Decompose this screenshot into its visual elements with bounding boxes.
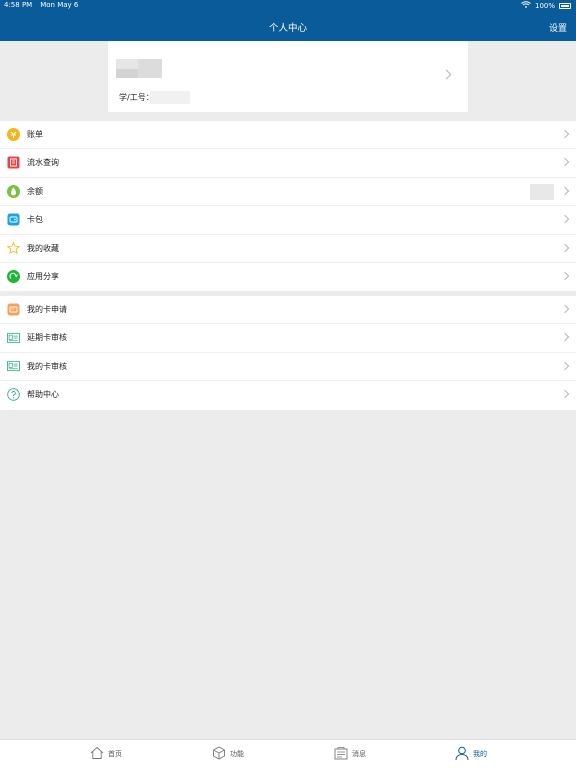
transactions-icon — [7, 156, 20, 169]
chevron-right-icon — [560, 333, 570, 342]
tab-messages[interactable]: 消息 — [334, 746, 366, 762]
menu-item-label: 余额 — [27, 186, 43, 196]
profile-card[interactable]: 学/工号： — [108, 41, 468, 112]
tab-mine[interactable]: 我的 — [455, 746, 487, 762]
tab-label: 功能 — [230, 750, 244, 758]
menu-group-2: 我的卡申请 延期卡审核 我的卡审核 帮助中心 — [0, 296, 576, 410]
tab-label: 首页 — [108, 750, 122, 758]
menu-item-label: 帮助中心 — [27, 390, 59, 400]
tab-bar: 首页 功能 消息 我的 — [0, 739, 576, 768]
status-time: 4:58 PM — [4, 1, 33, 9]
tab-label: 消息 — [352, 750, 366, 758]
menu-item-extend-card-review[interactable]: 延期卡审核 — [0, 324, 576, 353]
menu-item-share-app[interactable]: 应用分享 — [0, 263, 576, 291]
menu-item-label: 我的收藏 — [27, 243, 59, 253]
menu-item-transactions[interactable]: 流水查询 — [0, 149, 576, 178]
student-id-label: 学/工号： — [119, 93, 154, 102]
tab-functions[interactable]: 功能 — [212, 746, 244, 762]
menu-item-label: 延期卡审核 — [27, 333, 67, 343]
my-card-review-icon — [7, 360, 20, 373]
profile-name-blurred — [116, 59, 162, 78]
menu-item-bill[interactable]: 账单 — [0, 121, 576, 150]
status-date: Mon May 6 — [40, 1, 79, 9]
menu-item-balance[interactable]: 余额 — [0, 178, 576, 207]
menu-item-label: 我的卡申请 — [27, 305, 67, 314]
settings-button[interactable]: 设置 — [549, 21, 567, 34]
balance-icon — [7, 184, 20, 198]
chevron-right-icon — [560, 243, 570, 252]
chevron-right-icon — [560, 129, 570, 139]
menu-item-help-center[interactable]: 帮助中心 — [0, 381, 576, 409]
menu-item-favorites[interactable]: 我的收藏 — [0, 235, 576, 263]
chevron-right-icon — [560, 186, 570, 196]
chevron-right-icon — [560, 304, 570, 314]
chevron-right-icon — [560, 214, 570, 224]
student-id-value-blurred — [150, 91, 190, 104]
cube-icon — [212, 746, 226, 762]
wifi-icon — [521, 1, 531, 10]
menu-item-label: 我的卡审核 — [27, 361, 67, 371]
chevron-right-icon — [560, 271, 570, 281]
extend-card-review-icon — [7, 331, 20, 344]
message-icon — [334, 746, 348, 762]
home-icon — [90, 746, 104, 762]
balance-value-blurred — [530, 183, 554, 200]
help-icon — [7, 388, 20, 401]
chevron-right-icon — [560, 158, 570, 167]
chevron-right-icon — [560, 389, 570, 399]
nav-bar: 个人中心 设置 — [0, 12, 576, 41]
menu-item-label: 应用分享 — [27, 271, 59, 281]
chevron-right-icon — [441, 69, 452, 80]
bill-icon — [7, 128, 20, 141]
card-wallet-icon — [7, 213, 20, 226]
card-apply-icon — [7, 303, 20, 316]
share-icon — [7, 269, 20, 283]
chevron-right-icon — [560, 361, 570, 371]
status-bar: 4:58 PM Mon May 6 100% — [0, 0, 576, 12]
tab-label: 我的 — [473, 750, 487, 758]
menu-item-label: 卡包 — [27, 215, 43, 225]
battery-icon — [559, 2, 571, 9]
battery-percent: 100% — [534, 1, 555, 10]
menu-item-label: 流水查询 — [27, 158, 59, 168]
tab-home[interactable]: 首页 — [90, 746, 122, 762]
page-title: 个人中心 — [268, 23, 307, 34]
menu-item-label: 账单 — [27, 130, 43, 139]
star-icon — [7, 241, 20, 255]
user-icon — [455, 746, 469, 763]
menu-group-1: 账单 流水查询 余额 卡包 我的收藏 应用分享 — [0, 121, 576, 292]
menu-item-card-apply[interactable]: 我的卡申请 — [0, 296, 576, 325]
menu-item-card-wallet[interactable]: 卡包 — [0, 206, 576, 235]
menu-item-my-card-review[interactable]: 我的卡审核 — [0, 353, 576, 382]
